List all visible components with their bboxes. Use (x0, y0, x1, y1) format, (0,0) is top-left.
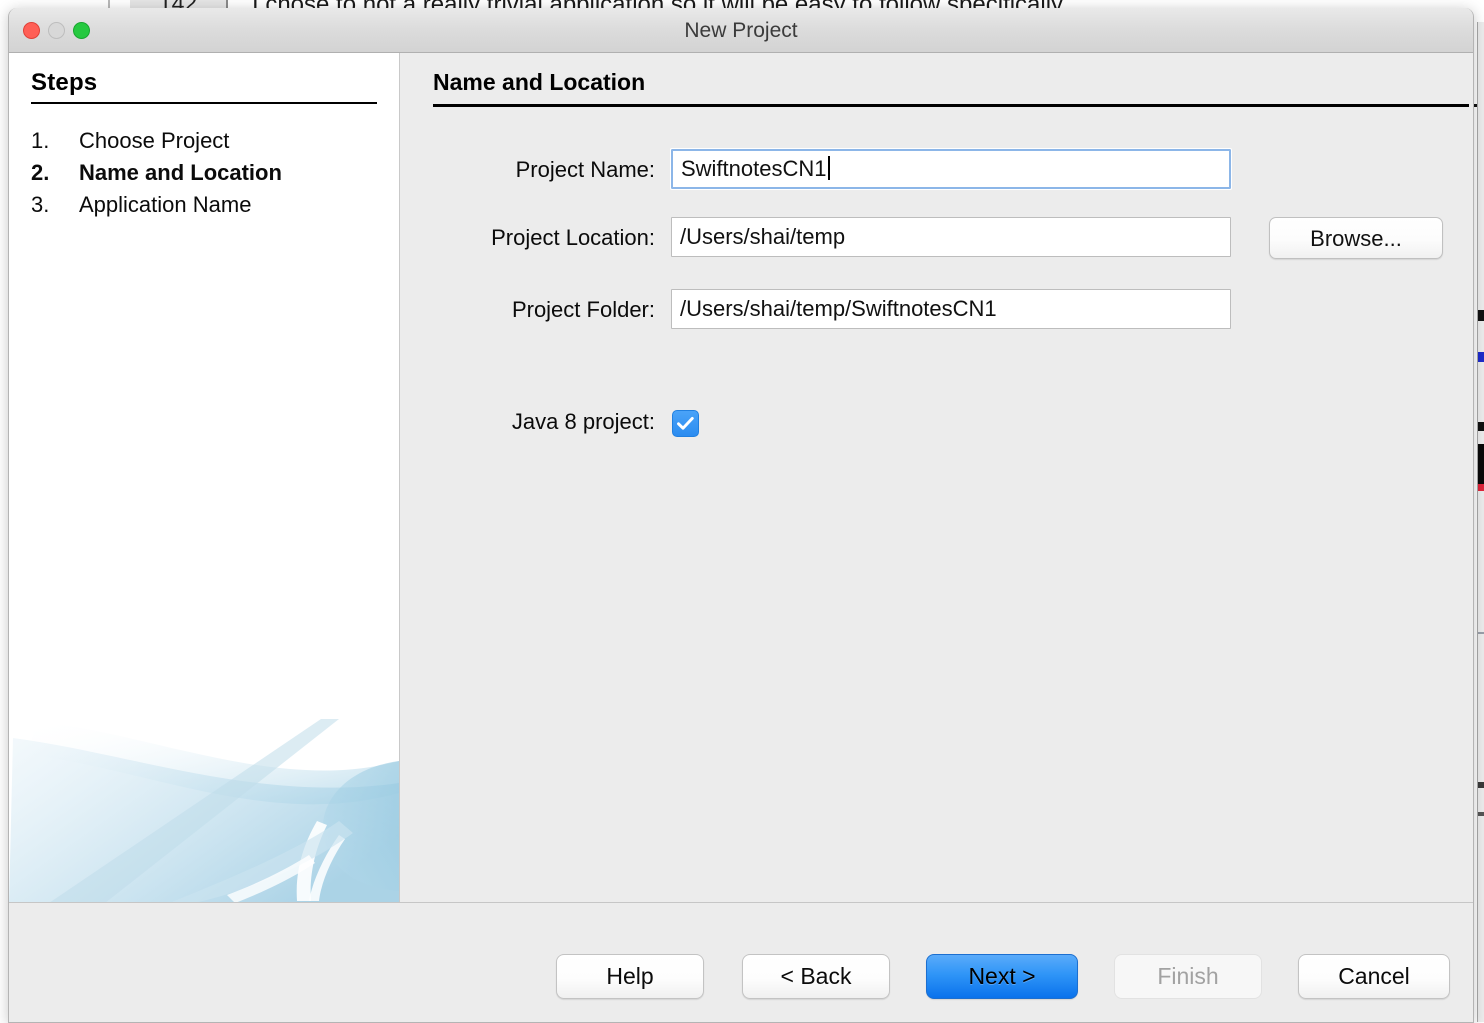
step-label: Choose Project (79, 125, 229, 157)
project-folder-label-col: Project Folder: (430, 289, 655, 333)
help-button[interactable]: Help (556, 954, 704, 999)
dialog-button-bar: Help < Back Next > Finish Cancel (9, 902, 1473, 1023)
step-label: Application Name (79, 189, 251, 221)
browse-button[interactable]: Browse... (1269, 217, 1443, 259)
project-name-label-col: Project Name: (430, 149, 655, 193)
page-title: Name and Location (433, 69, 645, 96)
content-panel: Name and Location Project Name: Swiftnot… (400, 53, 1473, 903)
java8-label-col: Java 8 project: (430, 401, 655, 445)
background-artifact (1478, 310, 1484, 321)
java8-row: Java 8 project: (400, 401, 1460, 445)
project-name-label: Project Name: (516, 157, 655, 183)
step-number: 2. (31, 157, 79, 189)
project-location-label-col: Project Location: (430, 217, 655, 261)
steps-heading: Steps (31, 69, 97, 97)
text-caret (828, 156, 830, 180)
background-window-sliver (1477, 22, 1484, 1022)
page-title-underline (433, 104, 1469, 107)
background-artifact (1478, 422, 1484, 431)
project-folder-label: Project Folder: (512, 297, 655, 323)
project-folder-input[interactable]: /Users/shai/temp/SwiftnotesCN1 (671, 289, 1231, 329)
background-artifact (1478, 632, 1484, 634)
background-artifact (1478, 782, 1484, 788)
steps-list: 1. Choose Project 2. Name and Location 3… (31, 125, 381, 221)
step-label: Name and Location (79, 157, 282, 189)
project-name-input[interactable]: SwiftnotesCN1 (671, 149, 1231, 189)
project-location-input[interactable]: /Users/shai/temp (671, 217, 1231, 257)
next-button[interactable]: Next > (926, 954, 1078, 999)
step-item-1[interactable]: 1. Choose Project (31, 125, 381, 157)
step-item-3[interactable]: 3. Application Name (31, 189, 381, 221)
project-folder-row: Project Folder: /Users/shai/temp/Swiftno… (400, 289, 1460, 333)
project-location-label: Project Location: (491, 225, 655, 251)
window-title: New Project (9, 19, 1473, 43)
dialog-body: Steps 1. Choose Project 2. Name and Loca… (9, 53, 1473, 903)
step-item-2[interactable]: 2. Name and Location (31, 157, 381, 189)
steps-heading-underline (31, 102, 377, 104)
decorative-swoosh-graphic (9, 643, 399, 903)
java8-label: Java 8 project: (512, 409, 655, 435)
checkmark-icon (673, 411, 698, 436)
java8-checkbox[interactable] (672, 410, 699, 437)
background-artifact (1478, 484, 1484, 491)
cancel-button[interactable]: Cancel (1298, 954, 1450, 999)
background-artifact (1478, 444, 1484, 484)
new-project-dialog: New Project Steps 1. Choose Project 2. N… (8, 8, 1474, 1023)
dialog-titlebar[interactable]: New Project (9, 8, 1473, 53)
project-location-row: Project Location: /Users/shai/temp Brows… (400, 217, 1460, 261)
back-button[interactable]: < Back (742, 954, 890, 999)
finish-button: Finish (1114, 954, 1262, 999)
background-artifact (1478, 812, 1484, 816)
project-name-row: Project Name: SwiftnotesCN1 (400, 149, 1460, 193)
step-number: 1. (31, 125, 79, 157)
step-number: 3. (31, 189, 79, 221)
background-artifact (1478, 352, 1484, 362)
project-name-value: SwiftnotesCN1 (681, 156, 827, 181)
steps-panel: Steps 1. Choose Project 2. Name and Loca… (9, 53, 400, 903)
